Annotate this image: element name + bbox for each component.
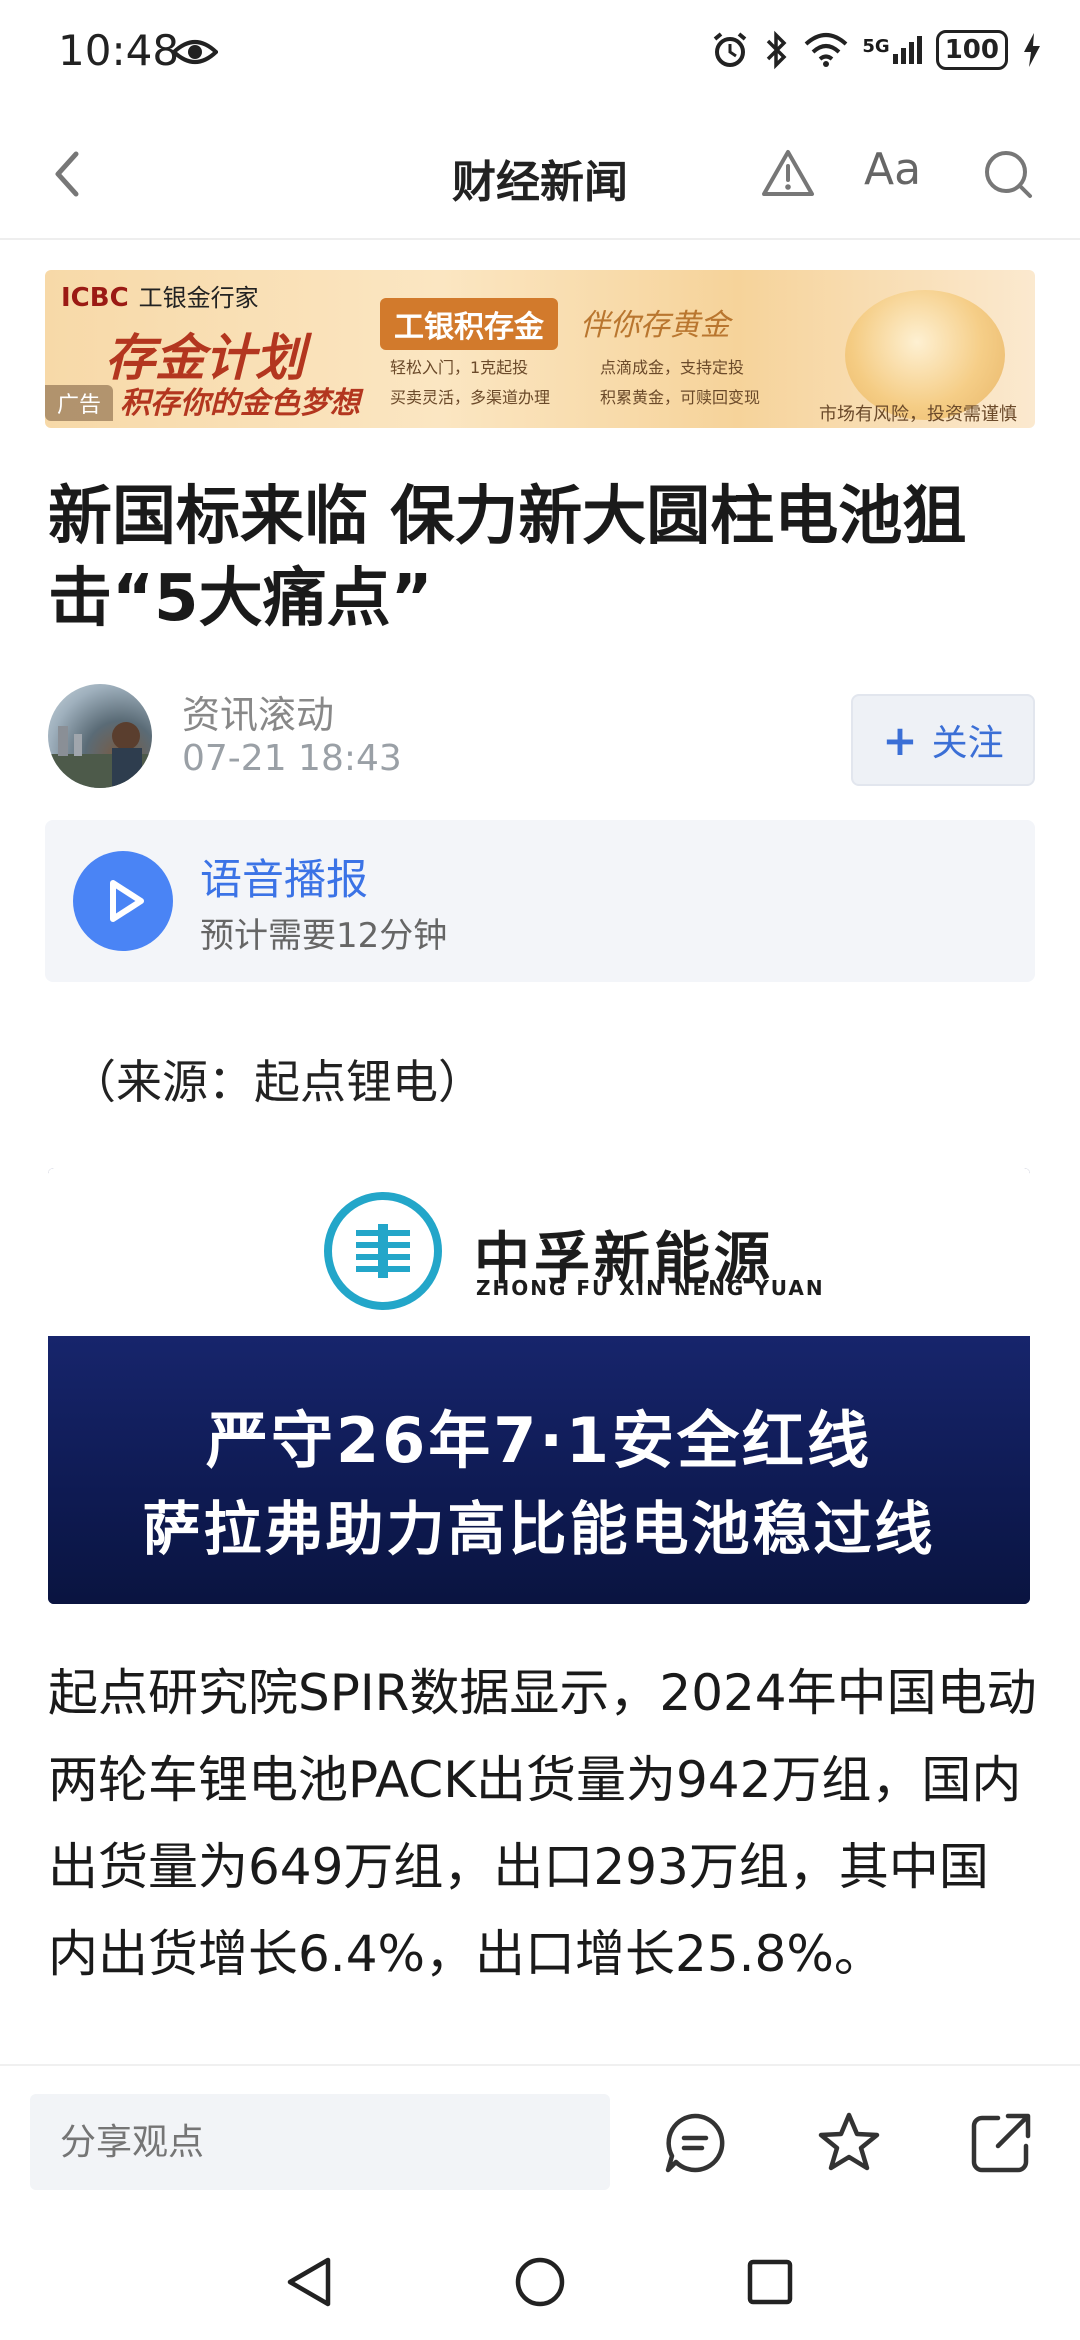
audio-duration: 预计需要12分钟 [200,916,448,956]
image-headline-line2: 萨拉弗助力高比能电池稳过线 [142,1495,936,1563]
ad-risk-note: 市场有风险，投资需谨慎 [819,404,1017,425]
author-name[interactable]: 资讯滚动 [182,684,334,739]
nav-home-icon[interactable] [512,2254,568,2310]
favorite-star-icon[interactable] [816,2110,882,2176]
network-type: 5G [862,36,890,57]
share-icon[interactable] [968,2110,1034,2176]
battery-indicator: 100 [935,30,1008,70]
audio-broadcast-card[interactable]: 语音播报 预计需要12分钟 [45,820,1035,982]
play-icon [110,880,144,922]
wifi-icon [805,33,848,67]
status-time: 10:48 [58,26,180,75]
audio-title: 语音播报 [200,855,369,904]
alarm-icon [714,32,747,67]
article-image[interactable]: 中孚新能源 ZHONG FU XIN NENG YUAN 严守26年7·1安全红… [48,1168,1030,1604]
bluetooth-icon [767,30,787,70]
app-header: 财经新闻 Aa [0,110,1080,240]
bottom-action-bar [0,2064,1080,2226]
author-avatar[interactable] [48,684,152,788]
ad-bullet: 买卖灵活，多渠道办理 [390,388,551,407]
signal-indicator: 5G [862,36,922,64]
ad-tag: 广告 [45,385,114,421]
font-size-button[interactable]: Aa [864,144,921,195]
ad-bullet: 轻松入门，1克起投 [390,358,529,377]
plus-icon: + [882,715,918,765]
image-logo-band: 中孚新能源 ZHONG FU XIN NENG YUAN [48,1168,1030,1336]
ad-brand: ICBC 工银金行家 [61,283,259,313]
article-source: （来源：起点锂电） [70,1055,484,1109]
company-logo-icon [324,1192,442,1310]
system-nav-bar [0,2224,1080,2340]
publish-time: 07-21 18:43 [182,738,402,779]
article-body: 起点研究院SPIR数据显示，2024年中国电动两轮车锂电池PACK出货量为942… [48,1664,1037,1983]
comment-input[interactable] [30,2094,610,2190]
report-warning-icon[interactable] [760,146,816,202]
ad-slogan: 伴你存黄金 [580,308,730,343]
ad-product: 工银积存金 [380,298,558,350]
nav-recents-icon[interactable] [742,2254,798,2310]
eye-icon [172,40,218,64]
ad-banner[interactable]: ICBC 工银金行家 存金计划 积存你的金色梦想 工银积存金 伴你存黄金 轻松入门… [45,270,1035,428]
comment-icon[interactable] [662,2110,728,2176]
status-bar: 10:48 5G 100 [0,0,1080,110]
nav-back-icon[interactable] [282,2254,338,2310]
article-title: 新国标来临 保力新大圆柱电池狙击“5大痛点” [48,480,967,636]
follow-label: 关注 [931,723,1004,764]
status-icons: 5G 100 [710,30,1042,70]
ad-bullet: 积累黄金，可赎回变现 [600,388,761,407]
ad-subline: 积存你的金色梦想 [120,386,360,421]
charging-icon [1024,33,1040,67]
ad-bullet: 点滴成金，支持定投 [600,358,745,377]
company-name-en: ZHONG FU XIN NENG YUAN [476,1276,825,1300]
follow-button[interactable]: + 关注 [851,694,1035,786]
search-icon[interactable] [980,146,1036,202]
play-button[interactable] [73,851,173,951]
image-headline-line1: 严守26年7·1安全红线 [205,1404,873,1477]
